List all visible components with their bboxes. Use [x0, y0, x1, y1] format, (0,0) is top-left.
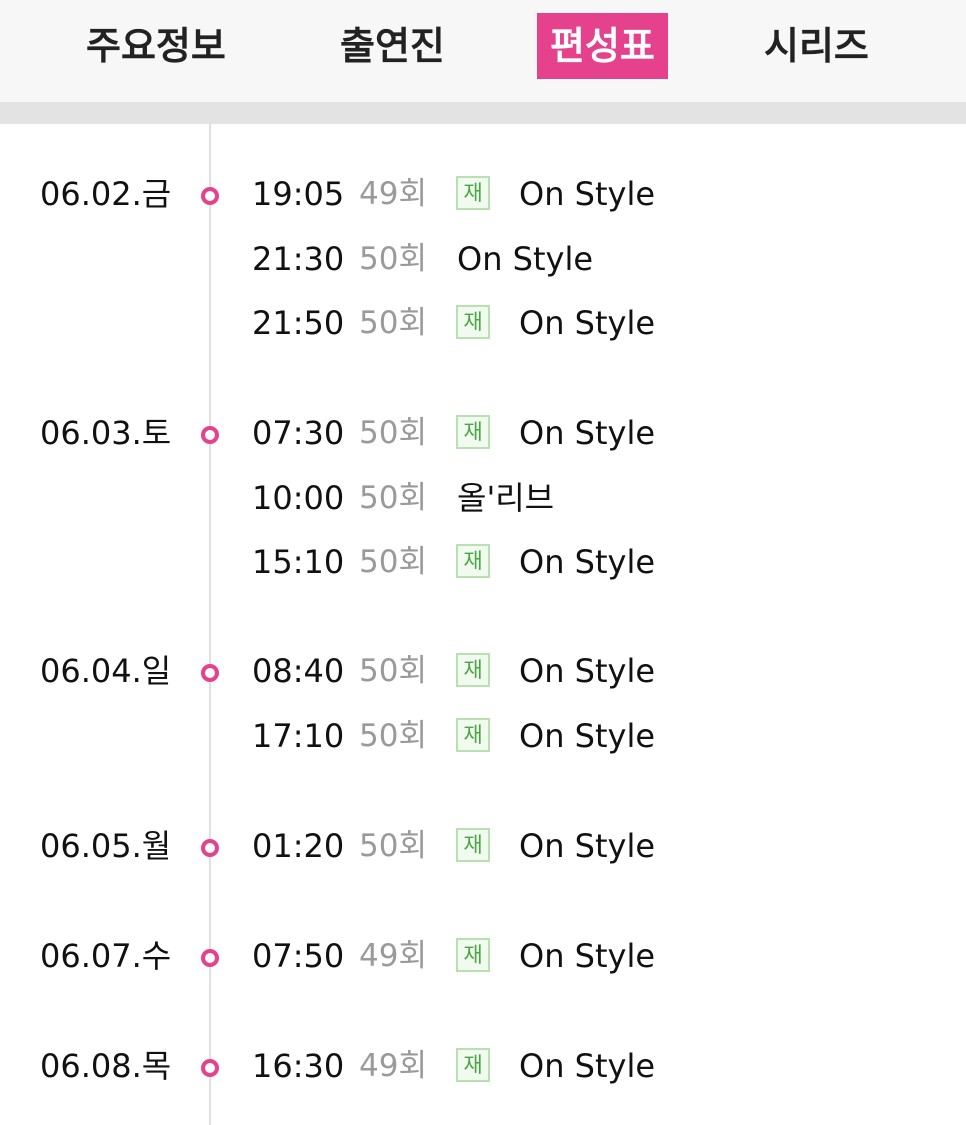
- episode-number: 50회: [359, 480, 427, 516]
- rerun-badge: 재: [456, 415, 490, 449]
- rerun-badge: 재: [456, 828, 490, 862]
- channel-name: On Style: [519, 937, 656, 975]
- rerun-badge: 재: [456, 718, 490, 752]
- airing-time: 08:40: [252, 652, 345, 690]
- episode-number: 50회: [359, 718, 427, 754]
- airing-row: 07:30 50회 재 On Style: [0, 413, 966, 453]
- rerun-badge: 재: [456, 938, 490, 972]
- tab-bar-divider: [0, 102, 966, 124]
- channel-name: On Style: [457, 240, 594, 278]
- episode-number: 50회: [359, 415, 427, 451]
- airing-row: 10:00 50회 올'리브: [0, 478, 966, 518]
- airing-time: 01:20: [252, 827, 345, 865]
- tab-main-info[interactable]: 주요정보: [86, 13, 226, 79]
- channel-name: On Style: [519, 543, 656, 581]
- airing-row: 17:10 50회 재 On Style: [0, 716, 966, 756]
- airing-time: 07:50: [252, 937, 345, 975]
- rerun-badge: 재: [456, 653, 490, 687]
- episode-number: 50회: [359, 305, 427, 341]
- episode-number: 50회: [359, 828, 427, 864]
- rerun-badge: 재: [456, 1048, 490, 1082]
- tab-schedule[interactable]: 편성표: [537, 13, 668, 79]
- airing-row: 21:30 50회 On Style: [0, 239, 966, 279]
- channel-name: On Style: [519, 175, 656, 213]
- episode-number: 50회: [359, 544, 427, 580]
- airing-row: 01:20 50회 재 On Style: [0, 826, 966, 866]
- rerun-badge: 재: [456, 305, 490, 339]
- episode-number: 50회: [359, 653, 427, 689]
- airing-row: 19:05 49회 재 On Style: [0, 174, 966, 214]
- channel-name: 올'리브: [457, 479, 555, 517]
- airing-row: 21:50 50회 재 On Style: [0, 303, 966, 343]
- channel-name: On Style: [519, 414, 656, 452]
- episode-number: 49회: [359, 1048, 427, 1084]
- channel-name: On Style: [519, 652, 656, 690]
- airing-row: 07:50 49회 재 On Style: [0, 936, 966, 976]
- airing-time: 07:30: [252, 414, 345, 452]
- channel-name: On Style: [519, 304, 656, 342]
- airing-row: 15:10 50회 재 On Style: [0, 542, 966, 582]
- airing-time: 16:30: [252, 1047, 345, 1085]
- episode-number: 49회: [359, 938, 427, 974]
- airing-time: 15:10: [252, 543, 345, 581]
- channel-name: On Style: [519, 827, 656, 865]
- tab-series[interactable]: 시리즈: [764, 13, 869, 79]
- airing-row: 16:30 49회 재 On Style: [0, 1046, 966, 1086]
- airing-row: 08:40 50회 재 On Style: [0, 651, 966, 691]
- airing-time: 17:10: [252, 717, 345, 755]
- airing-time: 10:00: [252, 479, 345, 517]
- channel-name: On Style: [519, 717, 656, 755]
- rerun-badge: 재: [456, 544, 490, 578]
- tab-bar: 주요정보 출연진 편성표 시리즈: [0, 0, 966, 102]
- airing-time: 21:30: [252, 240, 345, 278]
- rerun-badge: 재: [456, 176, 490, 210]
- episode-number: 49회: [359, 176, 427, 212]
- episode-number: 50회: [359, 241, 427, 277]
- channel-name: On Style: [519, 1047, 656, 1085]
- schedule-list: 06.02.금 19:05 49회 재 On Style 21:30 50회 On Style…: [0, 124, 966, 1125]
- tab-cast[interactable]: 출연진: [340, 13, 445, 79]
- airing-time: 19:05: [252, 175, 345, 213]
- airing-time: 21:50: [252, 304, 345, 342]
